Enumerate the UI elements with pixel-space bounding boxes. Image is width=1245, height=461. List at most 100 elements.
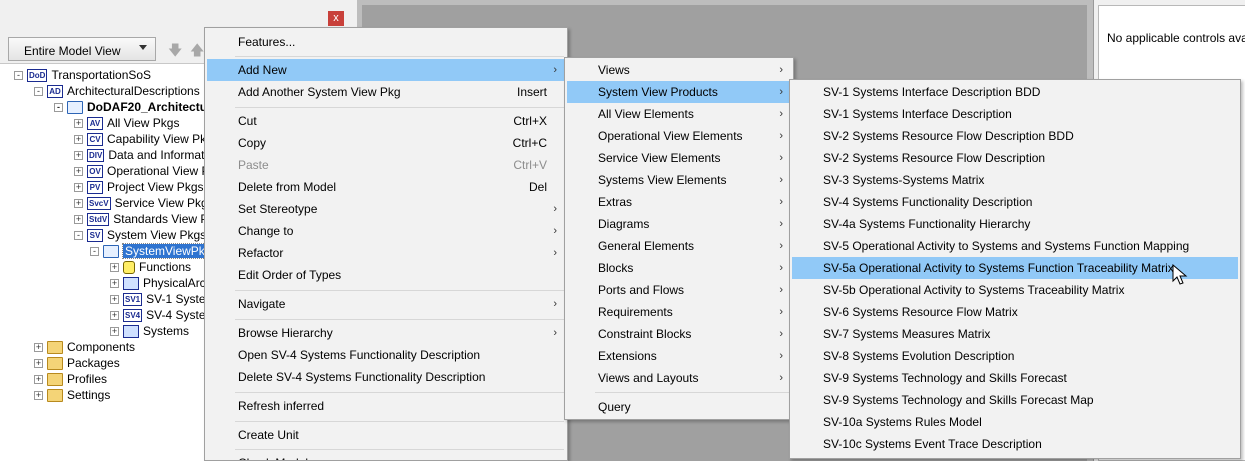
expand-icon[interactable]: + bbox=[110, 311, 119, 321]
submenu-item-extensions[interactable]: Extensions › bbox=[567, 345, 791, 367]
arrow-up-icon[interactable]: 🡅 bbox=[190, 40, 204, 64]
submenu-item-views-and-layouts[interactable]: Views and Layouts › bbox=[567, 367, 791, 389]
expand-icon[interactable]: + bbox=[110, 327, 119, 337]
expand-icon[interactable]: + bbox=[110, 295, 119, 305]
menu-item-delete-sv-4-systems-functionality-description[interactable]: Delete SV-4 Systems Functionality Descri… bbox=[207, 366, 565, 388]
expand-icon[interactable]: + bbox=[74, 183, 83, 193]
submenu-item-query[interactable]: Query bbox=[567, 396, 791, 418]
menu-item-browse-hierarchy[interactable]: Browse Hierarchy › bbox=[207, 322, 565, 344]
expand-icon[interactable]: + bbox=[74, 167, 83, 177]
product-item-sv-4-systems-functionality-description[interactable]: SV-4 Systems Functionality Description bbox=[792, 191, 1238, 213]
collapse-icon[interactable]: - bbox=[34, 87, 43, 97]
tree-node[interactable]: - SV System View Pkgs bbox=[74, 227, 206, 243]
view-mode-select[interactable]: Entire Model View bbox=[8, 37, 156, 61]
collapse-icon[interactable]: - bbox=[74, 231, 83, 241]
menu-item-add-another-system-view-pkg[interactable]: Add Another System View Pkg Insert bbox=[207, 81, 565, 103]
product-item-sv-9-systems-technology-and-skills-forecast[interactable]: SV-9 Systems Technology and Skills Forec… bbox=[792, 367, 1238, 389]
menu-item-add-new[interactable]: Add New › bbox=[207, 59, 565, 81]
tree-node[interactable]: + StdV Standards View Pk bbox=[74, 211, 214, 227]
tree-node[interactable]: + Settings bbox=[34, 387, 110, 403]
menu-item-copy[interactable]: Copy Ctrl+C bbox=[207, 132, 565, 154]
expand-icon[interactable]: + bbox=[74, 135, 83, 145]
expand-icon[interactable]: + bbox=[74, 151, 83, 161]
collapse-icon[interactable]: - bbox=[14, 71, 23, 81]
menu-item-features[interactable]: Features... bbox=[207, 31, 565, 53]
tree-node[interactable]: + OV Operational View P bbox=[74, 163, 210, 179]
tree-node[interactable]: + AV All View Pkgs bbox=[74, 115, 179, 131]
product-item-sv-3-systems-systems-matrix[interactable]: SV-3 Systems-Systems Matrix bbox=[792, 169, 1238, 191]
submenu-item-extras[interactable]: Extras › bbox=[567, 191, 791, 213]
menu-item-create-unit[interactable]: Create Unit bbox=[207, 424, 565, 446]
tree-node[interactable]: + SvcV Service View Pkgs bbox=[74, 195, 214, 211]
product-item-sv-10a-systems-rules-model[interactable]: SV-10a Systems Rules Model bbox=[792, 411, 1238, 433]
tree-node[interactable]: + Packages bbox=[34, 355, 120, 371]
tree-node[interactable]: + Systems bbox=[110, 323, 189, 339]
menu-item-change-to[interactable]: Change to › bbox=[207, 220, 565, 242]
tree-node[interactable]: + Functions bbox=[110, 259, 191, 275]
submenu-item-views[interactable]: Views › bbox=[567, 59, 791, 81]
submenu-item-ports-and-flows[interactable]: Ports and Flows › bbox=[567, 279, 791, 301]
expand-icon[interactable]: + bbox=[34, 359, 43, 369]
product-item-sv-4a-systems-functionality-hierarchy[interactable]: SV-4a Systems Functionality Hierarchy bbox=[792, 213, 1238, 235]
submenu-item-constraint-blocks[interactable]: Constraint Blocks › bbox=[567, 323, 791, 345]
submenu-item-requirements[interactable]: Requirements › bbox=[567, 301, 791, 323]
tree-node[interactable]: - DoDAF20_Architectu bbox=[54, 99, 207, 115]
tree-node[interactable]: + Profiles bbox=[34, 371, 107, 387]
product-item-sv-9-systems-technology-and-skills-forecast-map[interactable]: SV-9 Systems Technology and Skills Forec… bbox=[792, 389, 1238, 411]
stereotype-icon: SV1 bbox=[123, 293, 143, 307]
menu-item-check-model[interactable]: Check Model bbox=[207, 452, 565, 460]
expand-icon[interactable]: + bbox=[34, 375, 43, 385]
product-item-sv-7-systems-measures-matrix[interactable]: SV-7 Systems Measures Matrix bbox=[792, 323, 1238, 345]
submenu-item-system-view-products[interactable]: System View Products › bbox=[567, 81, 791, 103]
collapse-icon[interactable]: - bbox=[54, 103, 63, 113]
submenu-item-blocks[interactable]: Blocks › bbox=[567, 257, 791, 279]
menu-item-open-sv-4-systems-functionality-description[interactable]: Open SV-4 Systems Functionality Descript… bbox=[207, 344, 565, 366]
tree-node[interactable]: + DIV Data and Informati bbox=[74, 147, 207, 163]
tree-node[interactable]: + PV Project View Pkgs bbox=[74, 179, 204, 195]
menu-item-set-stereotype[interactable]: Set Stereotype › bbox=[207, 198, 565, 220]
expand-icon[interactable]: + bbox=[74, 215, 83, 225]
product-item-sv-1-systems-interface-description[interactable]: SV-1 Systems Interface Description bbox=[792, 103, 1238, 125]
tree-node[interactable]: + Components bbox=[34, 339, 135, 355]
submenu-item-service-view-elements[interactable]: Service View Elements › bbox=[567, 147, 791, 169]
submenu-item-systems-view-elements[interactable]: Systems View Elements › bbox=[567, 169, 791, 191]
collapse-icon[interactable]: - bbox=[90, 247, 99, 257]
menu-item-edit-order-of-types[interactable]: Edit Order of Types bbox=[207, 264, 565, 286]
submenu-item-operational-view-elements[interactable]: Operational View Elements › bbox=[567, 125, 791, 147]
expand-icon[interactable]: + bbox=[74, 119, 83, 129]
arrow-down-icon[interactable]: 🡇 bbox=[168, 40, 182, 64]
menu-item-delete-from-model[interactable]: Delete from Model Del bbox=[207, 176, 565, 198]
product-item-sv-8-systems-evolution-description[interactable]: SV-8 Systems Evolution Description bbox=[792, 345, 1238, 367]
submenu-item-diagrams[interactable]: Diagrams › bbox=[567, 213, 791, 235]
tree-node[interactable]: - SystemViewPkg bbox=[90, 243, 215, 259]
chevron-right-icon: › bbox=[779, 262, 783, 274]
expand-icon[interactable]: + bbox=[110, 263, 119, 273]
menu-item-refactor[interactable]: Refactor › bbox=[207, 242, 565, 264]
menu-item-label: Service View Elements bbox=[598, 151, 721, 165]
expand-icon[interactable]: + bbox=[74, 199, 83, 209]
expand-icon[interactable]: + bbox=[34, 343, 43, 353]
product-item-sv-6-systems-resource-flow-matrix[interactable]: SV-6 Systems Resource Flow Matrix bbox=[792, 301, 1238, 323]
menu-item-navigate[interactable]: Navigate › bbox=[207, 293, 565, 315]
product-item-sv-10c-systems-event-trace-description[interactable]: SV-10c Systems Event Trace Description bbox=[792, 433, 1238, 455]
submenu-item-all-view-elements[interactable]: All View Elements › bbox=[567, 103, 791, 125]
tree-node[interactable]: + PhysicalArc bbox=[110, 275, 206, 291]
tree-node[interactable]: + CV Capability View Pkg bbox=[74, 131, 213, 147]
product-item-sv-1-systems-interface-description-bdd[interactable]: SV-1 Systems Interface Description BDD bbox=[792, 81, 1238, 103]
expand-icon[interactable]: + bbox=[34, 391, 43, 401]
submenu-item-general-elements[interactable]: General Elements › bbox=[567, 235, 791, 257]
product-item-sv-2-systems-resource-flow-description[interactable]: SV-2 Systems Resource Flow Description bbox=[792, 147, 1238, 169]
tree-node[interactable]: - AD ArchitecturalDescriptions bbox=[34, 83, 200, 99]
menu-item-cut[interactable]: Cut Ctrl+X bbox=[207, 110, 565, 132]
menu-item-refresh-inferred[interactable]: Refresh inferred bbox=[207, 395, 565, 417]
tree-node[interactable]: + SV1 SV-1 Syster bbox=[110, 291, 209, 307]
menu-item-label: Delete from Model bbox=[238, 180, 337, 194]
product-item-sv-2-systems-resource-flow-description-bdd[interactable]: SV-2 Systems Resource Flow Description B… bbox=[792, 125, 1238, 147]
close-button[interactable]: x bbox=[328, 11, 344, 26]
menu-item-label: Copy bbox=[238, 136, 267, 150]
tree-node[interactable]: - DoD TransportationSoS bbox=[14, 67, 151, 83]
tree-node[interactable]: + SV4 SV-4 Syster bbox=[110, 307, 209, 323]
menu-item-paste[interactable]: Paste Ctrl+V bbox=[207, 154, 565, 176]
product-item-sv-5-operational-activity-to-systems-and-systems-function-mapping[interactable]: SV-5 Operational Activity to Systems and… bbox=[792, 235, 1238, 257]
expand-icon[interactable]: + bbox=[110, 279, 119, 289]
